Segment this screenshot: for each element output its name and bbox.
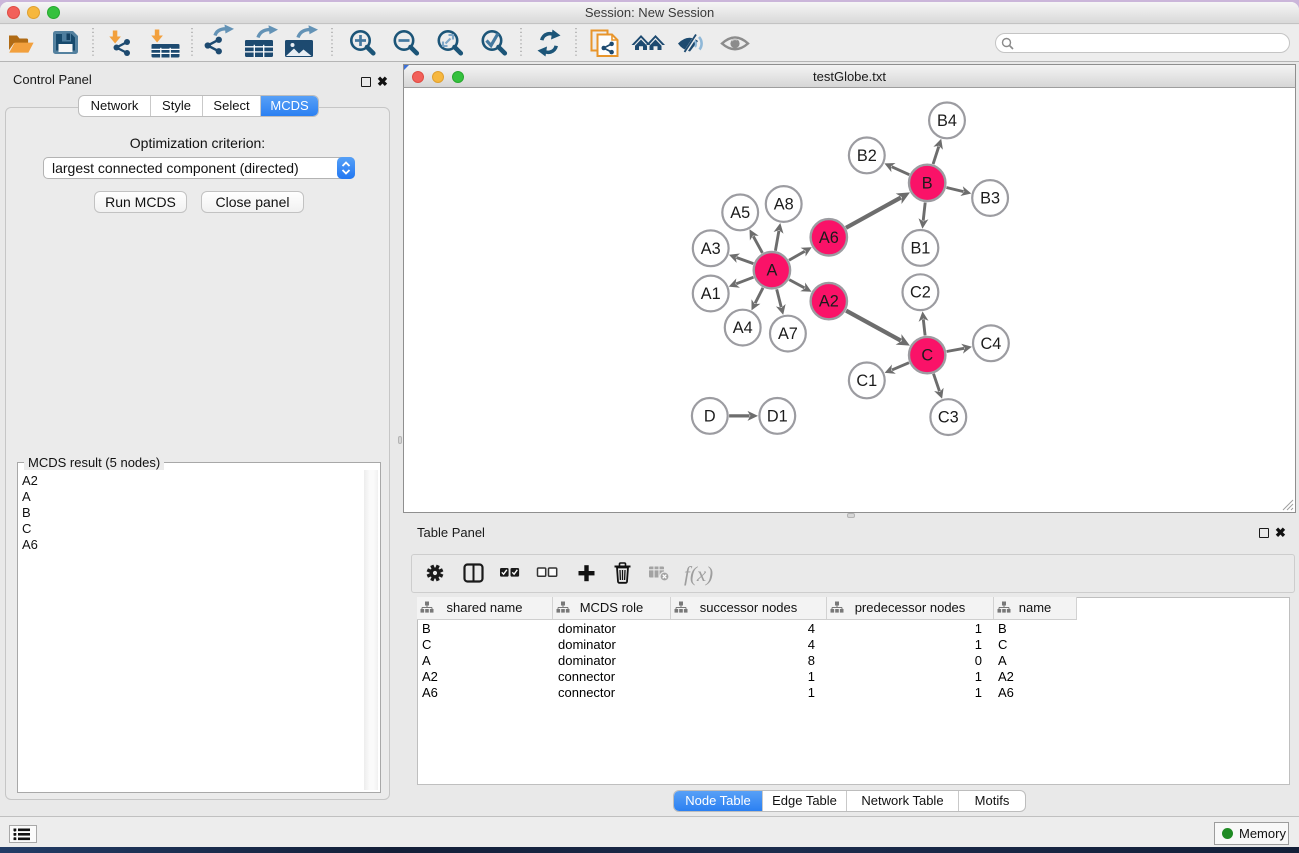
svg-text:C1: C1 [856, 372, 877, 390]
svg-text:B4: B4 [937, 112, 957, 130]
svg-text:B3: B3 [980, 190, 1000, 208]
svg-text:A4: A4 [733, 319, 753, 337]
svg-text:C4: C4 [980, 335, 1001, 353]
svg-text:A2: A2 [819, 293, 839, 311]
svg-text:A: A [766, 262, 777, 280]
svg-text:B: B [922, 174, 933, 192]
svg-text:A8: A8 [774, 196, 794, 214]
svg-text:B1: B1 [910, 239, 930, 257]
svg-text:D: D [704, 407, 716, 425]
svg-text:C2: C2 [910, 284, 931, 302]
svg-text:C: C [921, 347, 933, 365]
svg-text:A7: A7 [778, 325, 798, 343]
svg-text:A3: A3 [701, 240, 721, 258]
svg-text:f(x): f(x) [684, 562, 713, 586]
svg-text:B2: B2 [857, 147, 877, 165]
svg-text:A6: A6 [819, 229, 839, 247]
svg-text:A1: A1 [701, 285, 721, 303]
svg-text:A5: A5 [730, 204, 750, 222]
svg-text:C3: C3 [938, 409, 959, 427]
svg-text:D1: D1 [767, 407, 788, 425]
